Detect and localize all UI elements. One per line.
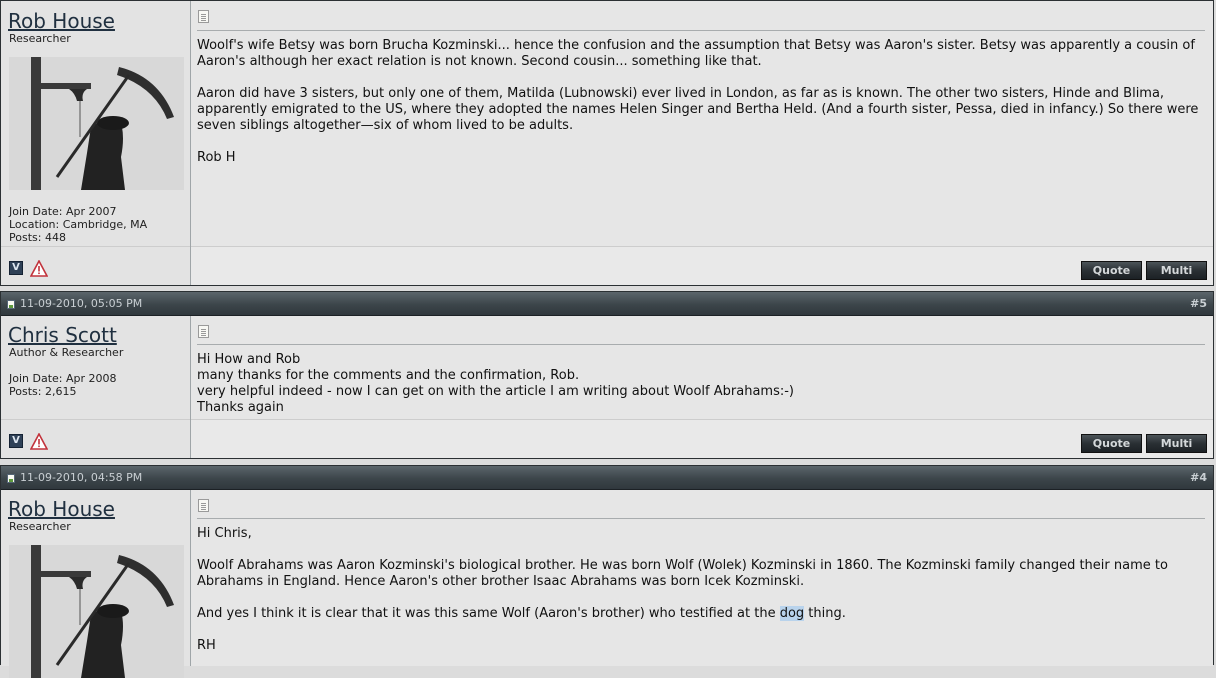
post-document-icon [198, 499, 209, 512]
message-line: very helpful indeed - now I can get on w… [197, 384, 794, 399]
post-header: 11-09-2010, 04:58 PM #4 [1, 466, 1213, 490]
avatar-image [9, 57, 184, 190]
user-column: Rob House Researcher Join Date: Apr 2007… [1, 1, 191, 285]
avatar[interactable] [9, 545, 184, 678]
title-divider [197, 518, 1205, 519]
multi-quote-button[interactable]: Multi [1146, 434, 1207, 453]
post-number-link[interactable]: #4 [1190, 466, 1207, 490]
user-info: Join Date: Apr 2007 Location: Cambridge,… [9, 205, 147, 244]
join-date: Join Date: Apr 2008 [9, 372, 117, 385]
message-paragraph: Woolf Abrahams was Aaron Kozminski's bio… [197, 558, 1168, 589]
user-footer: V [1, 419, 190, 458]
message-line: Hi How and Rob [197, 352, 301, 367]
post-status-icon [7, 300, 15, 309]
user-title: Researcher [9, 32, 71, 45]
join-date: Join Date: Apr 2007 [9, 205, 117, 218]
title-divider [197, 344, 1205, 345]
post-document-icon [198, 10, 209, 23]
username-link[interactable]: Chris Scott [8, 323, 117, 347]
title-divider [197, 30, 1205, 31]
vb-user-icon[interactable]: V [9, 434, 23, 448]
avatar[interactable] [9, 57, 184, 190]
message-line: Thanks again [197, 400, 284, 415]
text-segment: And yes I think it is clear that it was … [197, 606, 780, 621]
message-paragraph: Woolf's wife Betsy was born Brucha Kozmi… [197, 38, 1195, 69]
message-paragraph: Aaron did have 3 sisters, but only one o… [197, 86, 1199, 133]
message-column: Woolf's wife Betsy was born Brucha Kozmi… [191, 1, 1213, 285]
post-count: Posts: 2,615 [9, 385, 77, 398]
user-column: Chris Scott Author & Researcher Join Dat… [1, 316, 191, 458]
quote-button[interactable]: Quote [1081, 434, 1142, 453]
report-warning-icon[interactable] [30, 260, 48, 277]
message-footer: Quote Multi [191, 419, 1213, 458]
quote-button[interactable]: Quote [1081, 261, 1142, 280]
post-count: Posts: 448 [9, 231, 66, 244]
message-line: many thanks for the comments and the con… [197, 368, 580, 383]
post-header: 11-09-2010, 05:05 PM #5 [1, 292, 1213, 316]
message-column: Hi Chris, Woolf Abrahams was Aaron Kozmi… [191, 490, 1213, 666]
post-date: 11-09-2010, 04:58 PM [20, 471, 143, 484]
post-status-icon [7, 474, 15, 483]
user-column: Rob House Researcher [1, 490, 191, 678]
selected-text[interactable]: dog [779, 606, 805, 621]
post-4: 11-09-2010, 04:58 PM #4 Rob House Resear… [0, 465, 1214, 678]
message-body: Hi Chris, Woolf Abrahams was Aaron Kozmi… [197, 526, 1205, 654]
user-title: Researcher [9, 520, 71, 533]
message-signature: Rob H [197, 150, 236, 165]
user-footer: V [1, 246, 190, 285]
post-date: 11-09-2010, 05:05 PM [20, 297, 143, 310]
user-title: Author & Researcher [9, 346, 124, 359]
username-link[interactable]: Rob House [8, 497, 115, 521]
location: Location: Cambridge, MA [9, 218, 148, 231]
message-paragraph: Hi Chris, [197, 526, 252, 541]
message-signature: RH [197, 638, 216, 653]
message-body: Woolf's wife Betsy was born Brucha Kozmi… [197, 38, 1205, 166]
post-5: 11-09-2010, 05:05 PM #5 Chris Scott Auth… [0, 291, 1214, 459]
multi-quote-button[interactable]: Multi [1146, 261, 1207, 280]
post-6: Rob House Researcher Join Date: Apr 2007… [0, 0, 1214, 286]
username-link[interactable]: Rob House [8, 9, 115, 33]
message-footer: Quote Multi [191, 246, 1213, 285]
message-paragraph: And yes I think it is clear that it was … [197, 606, 1205, 622]
report-warning-icon[interactable] [30, 433, 48, 450]
vb-user-icon[interactable]: V [9, 261, 23, 275]
message-body: Hi How and Rob many thanks for the comme… [197, 352, 1205, 416]
post-document-icon [198, 325, 209, 338]
message-column: Hi How and Rob many thanks for the comme… [191, 316, 1213, 458]
text-segment: thing. [804, 606, 846, 621]
post-number-link[interactable]: #5 [1190, 292, 1207, 316]
user-info: Join Date: Apr 2008 Posts: 2,615 [9, 372, 117, 398]
avatar-image [9, 545, 184, 678]
